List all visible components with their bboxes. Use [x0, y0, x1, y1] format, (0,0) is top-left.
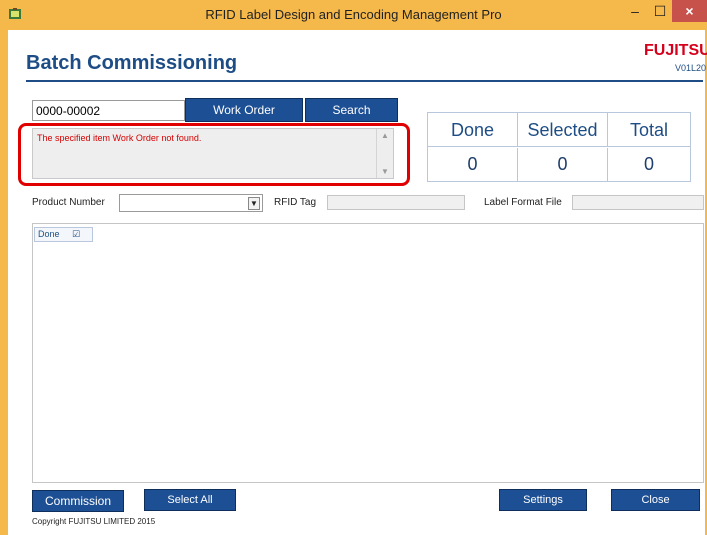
stats-panel: Done Selected Total 0 0 0 — [427, 112, 691, 182]
label-format-file-label: Label Format File — [484, 197, 562, 208]
done-header: Done — [428, 113, 518, 147]
maximize-button[interactable]: ☐ — [648, 0, 672, 22]
minimize-button[interactable]: – — [622, 0, 648, 22]
rfid-tag-label: RFID Tag — [274, 197, 317, 208]
copyright-text: Copyright FUJITSU LIMITED 2015 — [32, 517, 156, 526]
main-content: Batch Commissioning FUJITSU V01L20 Work … — [8, 30, 707, 535]
window-title: RFID Label Design and Encoding Managemen… — [205, 7, 502, 22]
search-button[interactable]: Search — [305, 98, 398, 122]
selected-header: Selected — [518, 113, 608, 147]
total-count: 0 — [643, 154, 654, 174]
title-bar: RFID Label Design and Encoding Managemen… — [0, 0, 707, 30]
version-label: V01L20 — [674, 63, 706, 73]
items-grid[interactable]: Done ☑ — [32, 223, 704, 483]
total-header: Total — [608, 113, 690, 147]
title-divider — [26, 80, 703, 82]
done-column-header[interactable]: Done ☑ — [34, 227, 93, 242]
fujitsu-logo: FUJITSU — [644, 42, 707, 59]
page-title: Batch Commissioning — [26, 52, 238, 74]
close-button[interactable]: Close — [611, 489, 700, 511]
settings-button[interactable]: Settings — [499, 489, 587, 511]
done-column-label: Done — [38, 229, 60, 239]
chevron-down-icon[interactable]: ▼ — [248, 197, 260, 210]
close-window-button[interactable]: × — [672, 0, 707, 22]
window-frame-left — [0, 30, 8, 535]
selected-count: 0 — [518, 148, 608, 181]
product-number-label: Product Number — [32, 197, 105, 208]
commission-button[interactable]: Commission — [32, 490, 124, 512]
rfid-tag-field — [327, 195, 465, 210]
select-all-button[interactable]: Select All — [144, 489, 236, 511]
checkbox-icon[interactable]: ☑ — [72, 229, 80, 240]
error-highlight-outline — [18, 123, 410, 186]
work-order-button[interactable]: Work Order — [185, 98, 303, 122]
product-number-select[interactable]: ▼ — [119, 194, 263, 212]
label-format-file-field — [572, 195, 704, 210]
work-order-input[interactable] — [32, 100, 185, 121]
done-count: 0 — [428, 148, 518, 181]
